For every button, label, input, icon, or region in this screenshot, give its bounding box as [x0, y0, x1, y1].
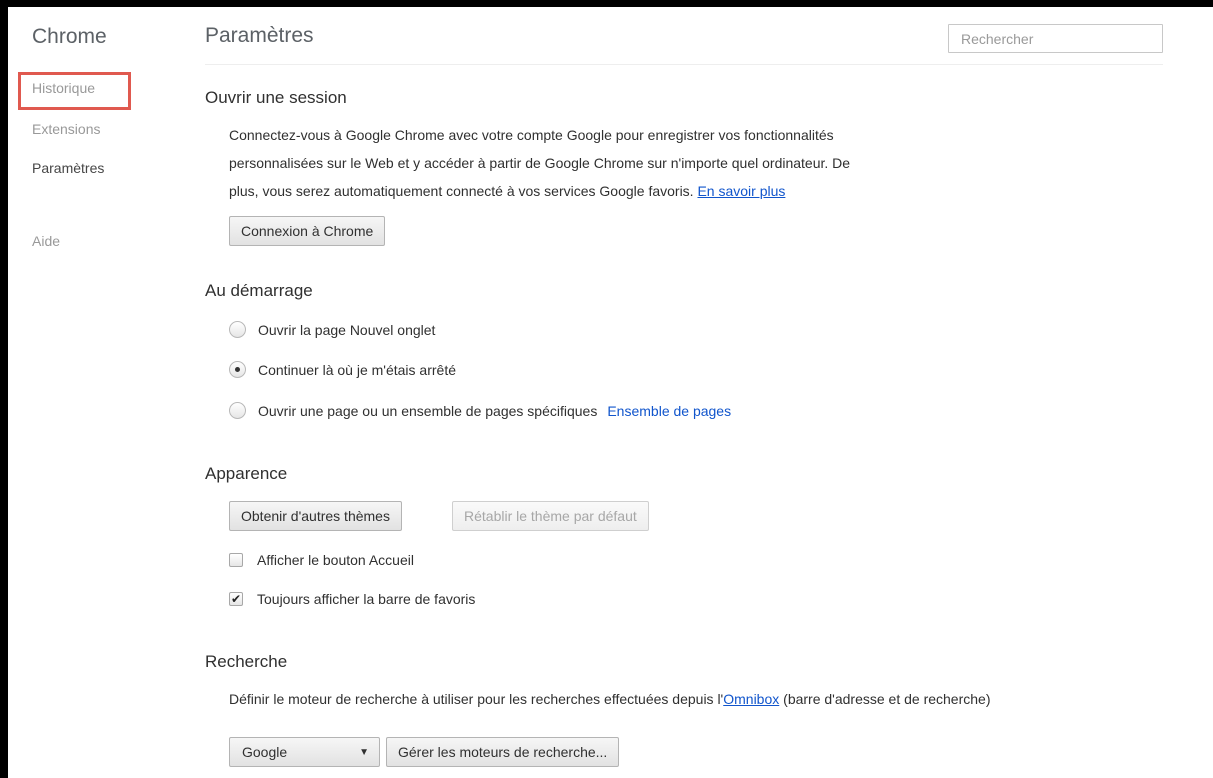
show-home-option[interactable]: Afficher le bouton Accueil: [229, 552, 414, 568]
show-home-checkbox[interactable]: [229, 553, 243, 567]
show-bookmarks-option[interactable]: ✔ Toujours afficher la barre de favoris: [229, 591, 475, 607]
sidebar: Chrome Historique Extensions Paramètres …: [8, 7, 188, 778]
search-desc-after: (barre d'adresse et de recherche): [779, 691, 991, 707]
startup-option-specific[interactable]: Ouvrir une page ou un ensemble de pages …: [229, 402, 731, 419]
appearance-section-title: Apparence: [205, 464, 288, 483]
learn-more-link[interactable]: En savoir plus: [697, 183, 785, 199]
signin-desc-line3-wrap: plus, vous serez automatiquement connect…: [229, 177, 1029, 205]
reset-theme-button[interactable]: Rétablir le thème par défaut: [452, 501, 649, 531]
sidebar-item-help[interactable]: Aide: [32, 233, 60, 249]
checkmark-icon: ✔: [230, 592, 242, 606]
search-section-title: Recherche: [205, 652, 288, 671]
sidebar-title: Chrome: [32, 25, 107, 48]
signin-desc-line2: personnalisées sur le Web et y accéder à…: [229, 155, 851, 171]
signin-section-title: Ouvrir une session: [205, 88, 347, 107]
radio-newtab[interactable]: [229, 321, 246, 338]
omnibox-link[interactable]: Omnibox: [723, 691, 779, 707]
manage-search-engines-button[interactable]: Gérer les moteurs de recherche...: [386, 737, 620, 767]
search-engine-select[interactable]: Google ▼: [229, 737, 380, 767]
set-pages-link[interactable]: Ensemble de pages: [607, 403, 731, 419]
window-frame-top: [0, 0, 1213, 7]
search-input[interactable]: [948, 24, 1163, 53]
startup-option-label: Continuer là où je m'étais arrêté: [258, 361, 456, 378]
startup-option-newtab[interactable]: Ouvrir la page Nouvel onglet: [229, 321, 435, 338]
signin-desc-line3: plus, vous serez automatiquement connect…: [229, 183, 694, 199]
startup-option-label: Ouvrir la page Nouvel onglet: [258, 321, 436, 338]
radio-continue[interactable]: [229, 361, 246, 378]
sidebar-item-history[interactable]: Historique: [32, 80, 95, 96]
search-desc-before: Définir le moteur de recherche à utilise…: [229, 691, 724, 707]
show-bookmarks-checkbox[interactable]: ✔: [229, 592, 243, 606]
show-home-label: Afficher le bouton Accueil: [257, 552, 414, 568]
search-description: Définir le moteur de recherche à utilise…: [229, 690, 1009, 708]
sidebar-item-settings[interactable]: Paramètres: [32, 160, 104, 176]
header-divider: [205, 64, 1163, 65]
startup-option-continue[interactable]: Continuer là où je m'étais arrêté: [229, 361, 456, 378]
sidebar-item-extensions[interactable]: Extensions: [32, 121, 100, 137]
startup-section-title: Au démarrage: [205, 281, 313, 300]
get-themes-button[interactable]: Obtenir d'autres thèmes: [229, 501, 402, 531]
chevron-down-icon: ▼: [359, 746, 369, 758]
window-frame-left: [0, 0, 8, 778]
show-bookmarks-label: Toujours afficher la barre de favoris: [257, 591, 476, 607]
startup-option-label: Ouvrir une page ou un ensemble de pages …: [258, 402, 598, 419]
signin-description: Connectez-vous à Google Chrome avec votr…: [229, 121, 1029, 205]
page-title: Paramètres: [205, 24, 314, 47]
search-engine-value: Google: [242, 744, 288, 760]
radio-specific-pages[interactable]: [229, 402, 246, 419]
signin-desc-line1: Connectez-vous à Google Chrome avec votr…: [229, 127, 834, 143]
sign-in-button[interactable]: Connexion à Chrome: [229, 216, 386, 246]
